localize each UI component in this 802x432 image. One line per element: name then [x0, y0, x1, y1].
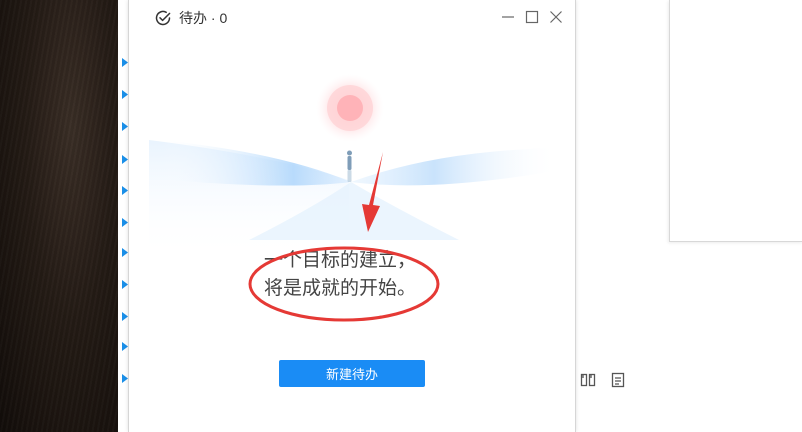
window-titlebar[interactable]: 待办 · 0 [129, 0, 575, 36]
empty-state-illustration [149, 74, 559, 260]
desktop-background [0, 0, 118, 432]
todo-window: 待办 · 0 一个目标的建立， 将是成就的开始。 新建待办 [128, 0, 576, 432]
minimize-icon[interactable] [499, 8, 517, 26]
bookmark-icon[interactable] [580, 372, 596, 392]
new-todo-button[interactable]: 新建待办 [279, 360, 425, 387]
close-icon[interactable] [547, 8, 565, 26]
window-controls [499, 8, 565, 26]
background-panel [669, 0, 802, 242]
document-icon[interactable] [610, 372, 626, 392]
background-toolbar [580, 372, 626, 392]
maximize-icon[interactable] [523, 8, 541, 26]
check-circle-icon [154, 9, 172, 27]
motto-line-2: 将是成就的开始。 [263, 277, 416, 299]
window-title: 待办 · 0 [179, 10, 228, 26]
